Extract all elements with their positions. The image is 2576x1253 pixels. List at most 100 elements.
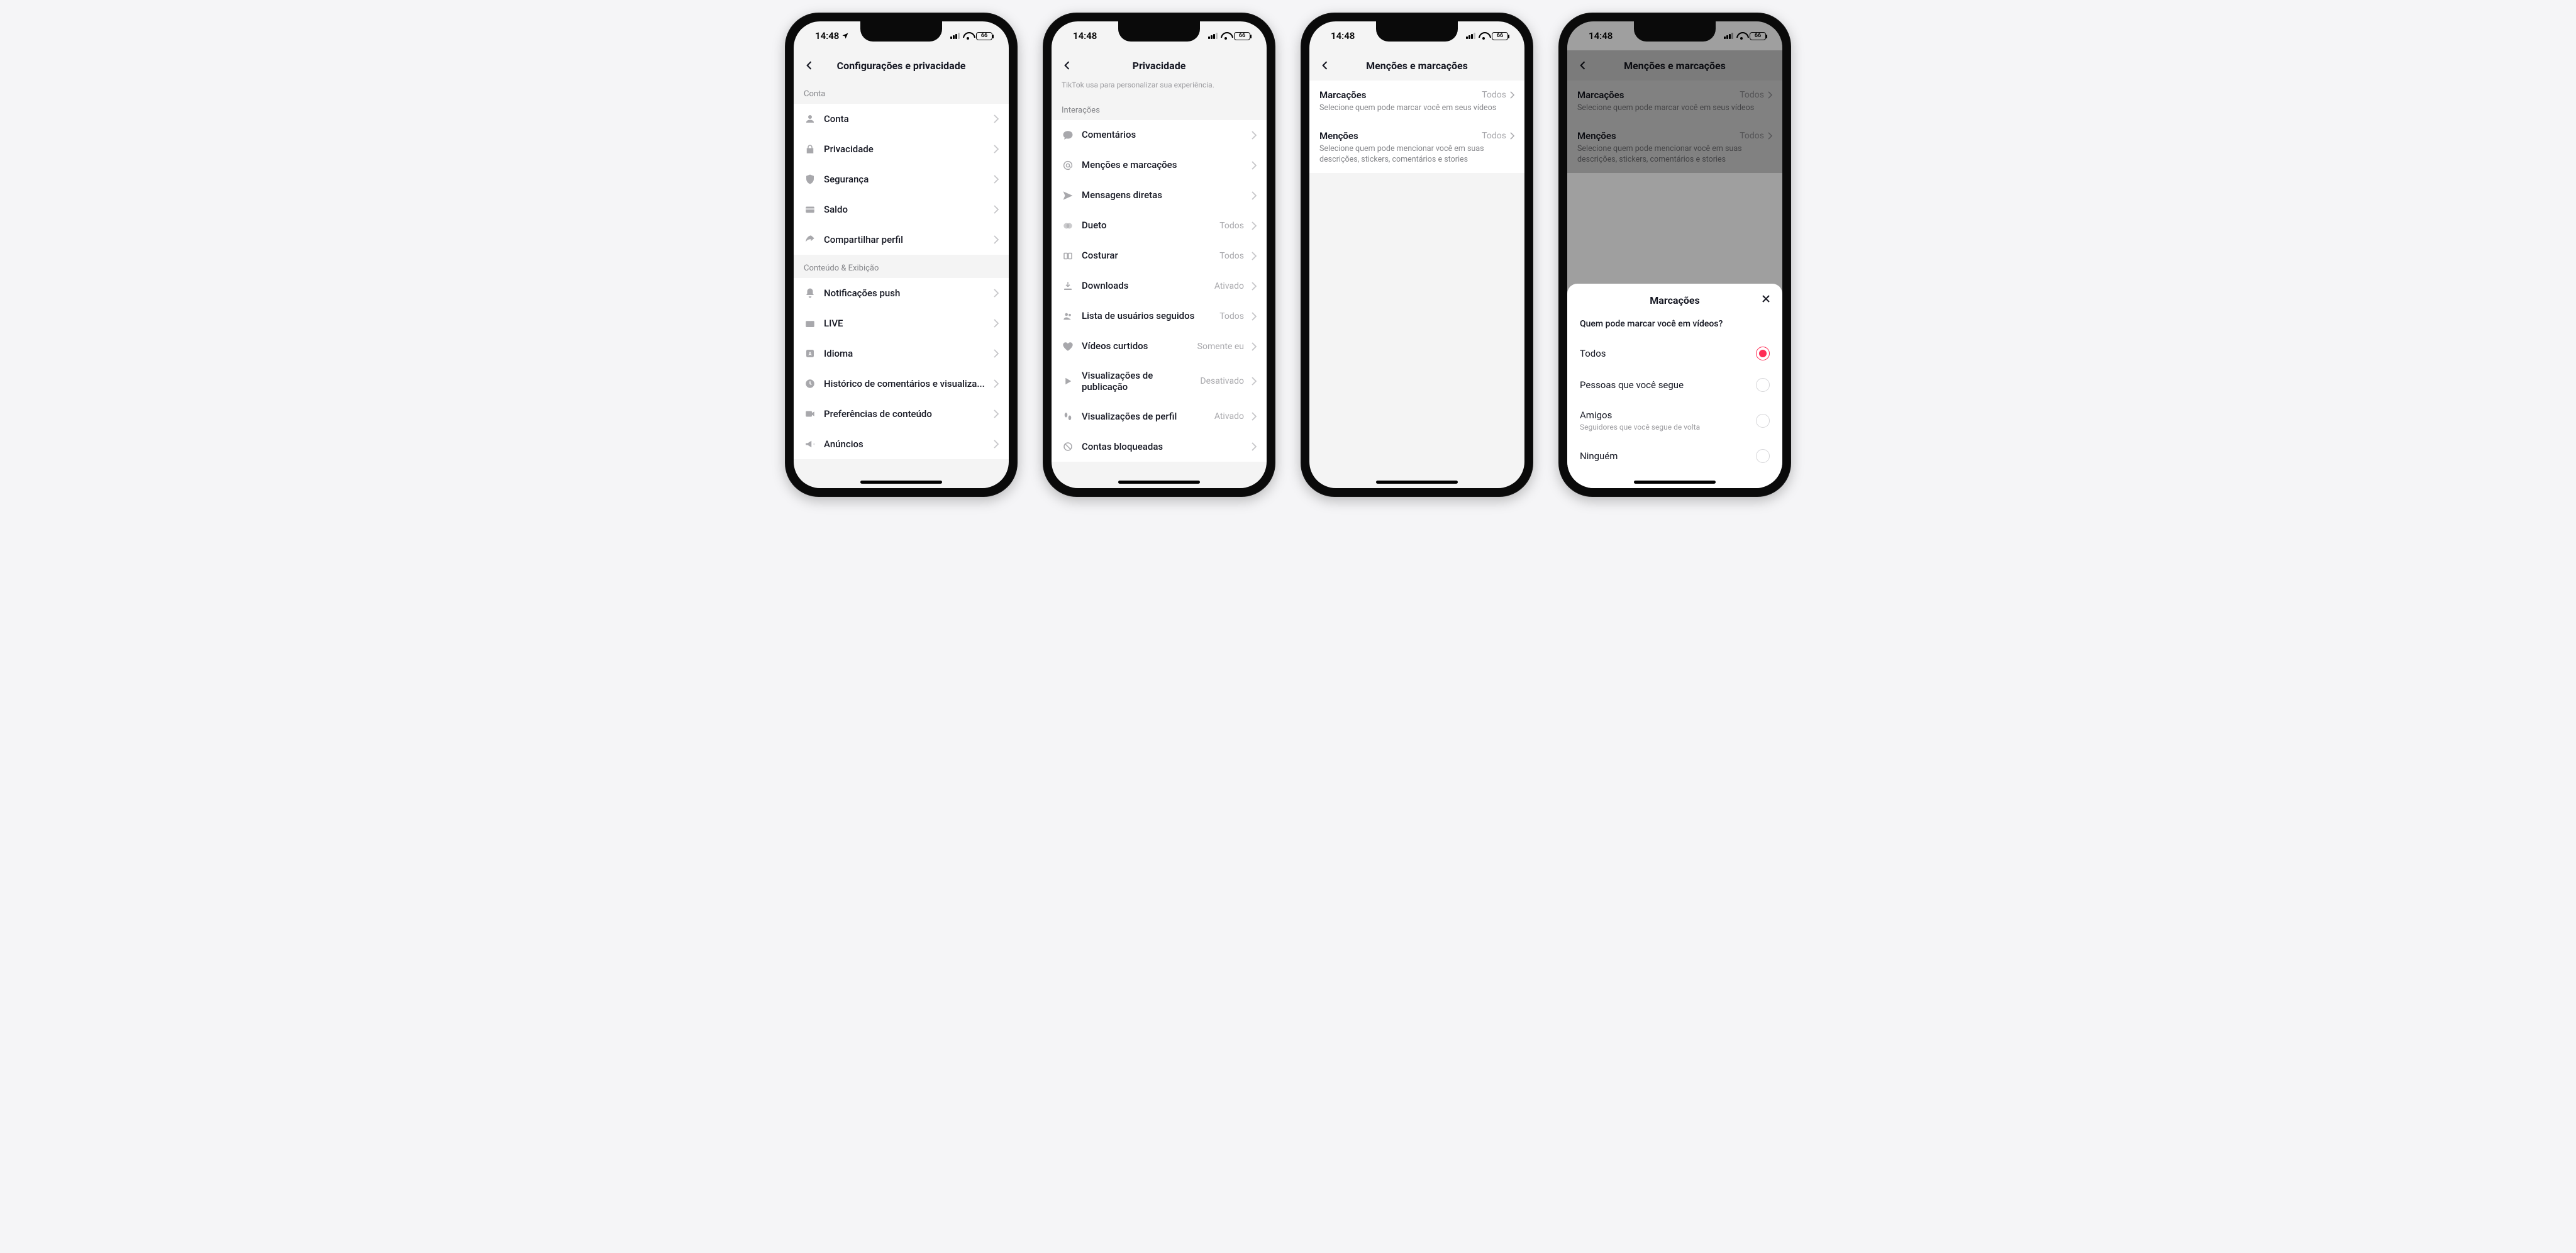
radio-icon	[1756, 449, 1770, 463]
option-following[interactable]: Pessoas que você segue	[1567, 369, 1782, 401]
live-icon	[804, 317, 816, 330]
row-following-list[interactable]: Lista de usuários seguidos Todos	[1052, 301, 1267, 331]
wifi-icon	[1221, 32, 1231, 40]
section-interactions-header: Interações	[1052, 97, 1267, 120]
tags-value: Todos	[1482, 90, 1506, 100]
row-comments[interactable]: Comentários	[1052, 120, 1267, 150]
row-ads[interactable]: Anúncios	[794, 429, 1009, 459]
content[interactable]: Conta Conta Privacidade Segurança	[794, 81, 1009, 488]
stitch-icon	[1062, 250, 1074, 262]
chevron-right-icon	[994, 205, 999, 214]
row-downloads[interactable]: Downloads Ativado	[1052, 271, 1267, 301]
row-label: Visualizações de publicação	[1082, 370, 1192, 394]
duet-icon	[1062, 220, 1074, 232]
radio-icon	[1756, 378, 1770, 392]
cellular-icon	[950, 33, 960, 39]
row-live[interactable]: LIVE	[794, 308, 1009, 338]
battery-icon: 66	[1234, 32, 1250, 40]
row-dm[interactable]: Mensagens diretas	[1052, 181, 1267, 211]
row-balance[interactable]: Saldo	[794, 194, 1009, 225]
status-time: 14:48	[1073, 30, 1097, 42]
sheet-title: Marcações	[1650, 294, 1699, 306]
chevron-right-icon	[1252, 412, 1257, 421]
row-mentions[interactable]: Menções e marcações	[1052, 150, 1267, 181]
play-icon	[1062, 375, 1074, 387]
option-friends[interactable]: Amigos Seguidores que você segue de volt…	[1567, 401, 1782, 440]
header-title: Menções e marcações	[1366, 60, 1468, 72]
row-history[interactable]: Histórico de comentários e visualiza...	[794, 369, 1009, 399]
row-value: Todos	[1219, 221, 1244, 231]
row-share-profile[interactable]: Compartilhar perfil	[794, 225, 1009, 255]
header: Privacidade	[1052, 50, 1267, 81]
row-mentions[interactable]: Menções Todos Selecione quem pode mencio…	[1309, 121, 1524, 173]
wifi-icon	[963, 32, 973, 40]
status-time: 14:48	[1331, 30, 1355, 42]
chevron-right-icon	[994, 409, 999, 418]
row-security[interactable]: Segurança	[794, 164, 1009, 194]
row-value: Todos	[1219, 311, 1244, 321]
chevron-right-icon	[994, 379, 999, 388]
row-label: Conta	[824, 113, 986, 125]
block-icon	[1062, 440, 1074, 453]
content[interactable]: Marcações Todos Selecione quem pode marc…	[1309, 81, 1524, 488]
row-label: Saldo	[824, 204, 986, 216]
screen-settings: 14:48 66 Configurações e privacidade Con…	[794, 21, 1009, 488]
mentions-desc: Selecione quem pode mencionar você em su…	[1319, 144, 1514, 165]
send-icon	[1062, 189, 1074, 202]
row-label: Histórico de comentários e visualiza...	[824, 378, 986, 390]
section-content-header: Conteúdo & Exibição	[794, 255, 1009, 278]
home-indicator[interactable]	[1634, 481, 1716, 484]
row-blocked[interactable]: Contas bloqueadas	[1052, 432, 1267, 462]
row-value: Todos	[1219, 251, 1244, 261]
home-indicator[interactable]	[1376, 481, 1458, 484]
home-indicator[interactable]	[860, 481, 942, 484]
chevron-right-icon	[994, 349, 999, 358]
cellular-icon	[1208, 33, 1218, 39]
row-stitch[interactable]: Costurar Todos	[1052, 241, 1267, 271]
row-account[interactable]: Conta	[794, 104, 1009, 134]
row-profile-views[interactable]: Visualizações de perfil Ativado	[1052, 401, 1267, 432]
row-value: Desativado	[1200, 376, 1244, 386]
row-value: Ativado	[1214, 281, 1244, 291]
notch	[1376, 21, 1458, 42]
sheet-header: Marcações	[1567, 284, 1782, 316]
mentions-title: Menções	[1319, 130, 1358, 142]
row-label: Menções e marcações	[1082, 159, 1244, 171]
screen-privacy: 14:48 66 Privacidade TikTok usa para per…	[1052, 21, 1267, 488]
row-language[interactable]: A Idioma	[794, 338, 1009, 369]
share-icon	[804, 233, 816, 246]
chevron-right-icon	[994, 319, 999, 328]
home-indicator[interactable]	[1118, 481, 1200, 484]
option-noone[interactable]: Ninguém	[1567, 440, 1782, 472]
row-label: Costurar	[1082, 250, 1212, 262]
content[interactable]: TikTok usa para personalizar sua experiê…	[1052, 81, 1267, 488]
location-icon	[841, 32, 849, 40]
row-label: Dueto	[1082, 220, 1212, 231]
row-post-views[interactable]: Visualizações de publicação Desativado	[1052, 362, 1267, 402]
chevron-right-icon	[1252, 131, 1257, 140]
row-push[interactable]: Notificações push	[794, 278, 1009, 308]
shield-icon	[804, 173, 816, 186]
back-button[interactable]	[1060, 58, 1074, 72]
row-privacy[interactable]: Privacidade	[794, 134, 1009, 164]
chevron-right-icon	[1252, 191, 1257, 200]
radio-icon	[1756, 414, 1770, 428]
video-icon	[804, 408, 816, 420]
row-label: Idioma	[824, 348, 986, 360]
option-everyone[interactable]: Todos	[1567, 338, 1782, 369]
chevron-right-icon	[994, 440, 999, 448]
megaphone-icon	[804, 438, 816, 450]
row-liked-videos[interactable]: Vídeos curtidos Somente eu	[1052, 331, 1267, 362]
chevron-right-icon	[994, 175, 999, 184]
back-button[interactable]	[802, 58, 816, 72]
row-label: Contas bloqueadas	[1082, 441, 1244, 453]
chevron-right-icon	[1510, 91, 1514, 99]
close-button[interactable]	[1760, 292, 1772, 308]
row-tags[interactable]: Marcações Todos Selecione quem pode marc…	[1309, 81, 1524, 121]
chevron-right-icon	[994, 289, 999, 298]
row-duet[interactable]: Dueto Todos	[1052, 211, 1267, 241]
row-label: Vídeos curtidos	[1082, 340, 1190, 352]
wallet-icon	[804, 203, 816, 216]
back-button[interactable]	[1318, 58, 1332, 72]
row-content-prefs[interactable]: Preferências de conteúdo	[794, 399, 1009, 429]
